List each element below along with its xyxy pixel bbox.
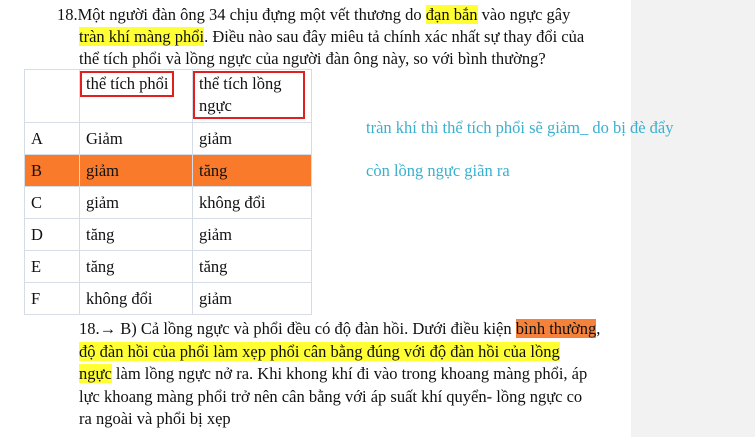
highlight-elasticity: độ đàn hồi của phổi làm xẹp phổi cân bằn… xyxy=(79,341,560,361)
highlight-gunshot: đạn bắn xyxy=(425,5,478,24)
highlight-chest: ngực xyxy=(79,364,112,383)
question-text: 18.Một người đàn ông 34 chịu đựng một vế… xyxy=(57,4,637,70)
table-row: D tăng giảm xyxy=(24,218,312,251)
answer-line-3: ngực làm lồng ngực nở ra. Khi khong khí … xyxy=(79,364,588,383)
table-row: A Giảm giảm xyxy=(24,122,312,155)
side-margin xyxy=(631,0,755,437)
document-page: 18.Một người đàn ông 34 chịu đựng một vế… xyxy=(0,0,631,437)
highlight-pneumothorax: tràn khí màng phổi xyxy=(79,27,205,46)
header-chest-volume: thể tích lồng ngực xyxy=(193,71,305,119)
table-row: F không đổi giảm xyxy=(24,282,312,315)
answer-options-table: thể tích phổi thể tích lồng ngực A Giảm … xyxy=(24,69,312,315)
table-row: C giảm không đổi xyxy=(24,186,312,219)
question-line-3: thể tích phổi và lồng ngực của người đàn… xyxy=(79,49,546,68)
annotation-note-2: còn lồng ngực giãn ra xyxy=(366,161,510,180)
table-header-row: thể tích phổi thể tích lồng ngực xyxy=(24,69,312,123)
answer-explanation: 18.→ B) Cả lồng ngực và phổi đều có độ đ… xyxy=(57,318,637,431)
table-row-selected: B giảm tăng xyxy=(24,154,312,187)
answer-line-2: độ đàn hồi của phổi làm xẹp phổi cân bằn… xyxy=(57,341,637,364)
annotation-note-1: tràn khí thì thể tích phổi sẽ giảm_ do b… xyxy=(366,118,674,137)
answer-line-1: 18.→ B) Cả lồng ngực và phổi đều có độ đ… xyxy=(79,319,601,338)
answer-line-4: lực khoang màng phổi trở nên cân bằng vớ… xyxy=(79,386,583,406)
answer-line-5: ra ngoài và phổi bị xẹp xyxy=(79,409,231,428)
highlight-normal: bình thường xyxy=(515,319,597,338)
header-lung-volume: thể tích phổi xyxy=(80,71,175,97)
table-row: E tăng tăng xyxy=(24,250,312,283)
question-line-2: tràn khí màng phổi. Điều nào sau đây miê… xyxy=(79,27,585,46)
question-line-1: 18.Một người đàn ông 34 chịu đựng một vế… xyxy=(57,5,571,24)
